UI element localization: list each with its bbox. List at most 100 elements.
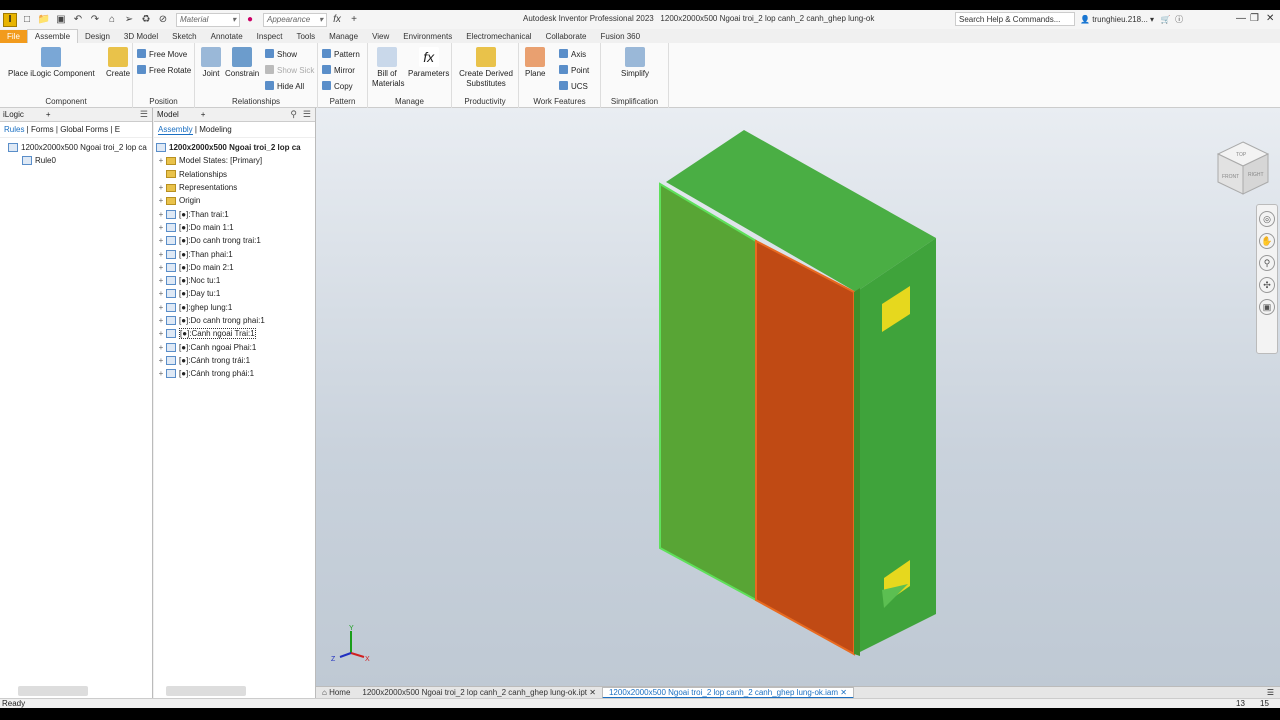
hide-all-button[interactable]: Hide All [265,81,304,91]
user-account[interactable]: 👤 trunghieu.218... ▾ 🛒 ⓘ [1080,14,1183,25]
browser-node[interactable]: + Origin [154,194,315,207]
tab-design[interactable]: Design [78,30,117,43]
group-label[interactable]: Component [0,97,132,106]
browser-node[interactable]: + [●]:Cánh trong phái:1 [154,367,315,380]
point-button[interactable]: Point [559,65,589,75]
expand-icon[interactable]: + [156,196,166,205]
pattern-button[interactable]: Pattern [322,49,360,59]
home-icon[interactable]: ⌂ [105,13,119,27]
browser-node[interactable]: + [●]:Than phai:1 [154,247,315,260]
expand-icon[interactable]: + [156,289,166,298]
tab-home[interactable]: ⌂ Home [316,688,356,697]
tab-forms[interactable]: Forms [31,125,54,134]
tab-environments[interactable]: Environments [396,30,459,43]
tab-rules[interactable]: Rules [4,125,24,134]
minimize-icon[interactable]: — [1236,13,1246,24]
tabs-menu-icon[interactable]: ☰ [1267,688,1274,697]
group-label[interactable]: Productivity [452,97,518,106]
tab-manage[interactable]: Manage [322,30,365,43]
expand-icon[interactable]: + [156,156,166,165]
expand-icon[interactable]: + [156,223,166,232]
create-derived-substitutes-button[interactable]: Create Derived Substitutes [458,47,514,89]
place-ilogic-component-button[interactable]: Place iLogic Component [8,47,95,78]
undo-icon[interactable]: ↶ [71,13,85,27]
material-select[interactable]: Material ▾ [176,12,240,27]
group-label[interactable]: Simplification [601,97,668,106]
expand-icon[interactable]: + [156,369,166,378]
tab-tools[interactable]: Tools [289,30,322,43]
expand-icon[interactable]: + [156,316,166,325]
browser-node[interactable]: + [●]:Noc tu:1 [154,274,315,287]
save-icon[interactable]: ▣ [54,13,68,27]
expand-icon[interactable]: + [156,250,166,259]
ilogic-root[interactable]: 1200x2000x500 Ngoai troi_2 lop ca [0,141,152,154]
appearance-select[interactable]: Appearance ▾ [263,12,327,27]
tab-assemble[interactable]: Assemble [26,29,79,43]
tab-fusion-360[interactable]: Fusion 360 [594,30,648,43]
joint-button[interactable]: Joint [201,47,221,78]
expand-icon[interactable]: + [156,343,166,352]
browser-node[interactable]: + [●]:Cánh trong trái:1 [154,354,315,367]
show-sick-button[interactable]: Show Sick [265,65,314,75]
group-label[interactable]: Pattern [318,97,367,106]
browser-node[interactable]: + [●]:Than trai:1 [154,207,315,220]
create-button[interactable]: Create [106,47,130,78]
update-icon[interactable]: ♻ [139,13,153,27]
plane-button[interactable]: Plane [525,47,545,78]
browser-node[interactable]: + [●]:Do main 1:1 [154,221,315,234]
search-icon[interactable]: ⚲ [290,109,297,120]
model-root[interactable]: 1200x2000x500 Ngoai troi_2 lop ca [154,141,315,154]
tab-external[interactable]: E [115,125,120,134]
orbit-icon[interactable]: ✣ [1259,277,1275,293]
expand-icon[interactable]: + [156,356,166,365]
tab-assembly[interactable]: Assembly [158,125,193,135]
new-file-icon[interactable]: □ [20,13,34,27]
cabinet-model[interactable] [316,108,1280,686]
rule-item[interactable]: Rule0 [0,154,152,167]
menu-icon[interactable]: ☰ [303,109,311,120]
expand-icon[interactable]: + [156,303,166,312]
menu-icon[interactable]: ☰ [140,109,148,120]
horizontal-scrollbar[interactable] [18,686,88,696]
bill-of-materials-button[interactable]: Bill of Materials [372,47,404,89]
expand-icon[interactable]: + [156,329,166,338]
steering-wheel-icon[interactable]: ◎ [1259,211,1275,227]
browser-node[interactable]: + [●]:Do canh trong trai:1 [154,234,315,247]
tab-collaborate[interactable]: Collaborate [539,30,594,43]
browser-node[interactable]: + [●]:Day tu:1 [154,287,315,300]
horizontal-scrollbar[interactable] [166,686,246,696]
add-tab-icon[interactable]: + [46,110,51,119]
browser-node[interactable]: + Representations [154,181,315,194]
tab-view[interactable]: View [365,30,396,43]
tab-3d-model[interactable]: 3D Model [117,30,165,43]
plus-icon[interactable]: + [347,13,361,27]
expand-icon[interactable]: + [156,263,166,272]
browser-node[interactable]: + [●]:Canh ngoai Trai:1 [154,327,315,340]
free-move-button[interactable]: Free Move [137,49,187,59]
ucs-button[interactable]: UCS [559,81,588,91]
tab-part-document[interactable]: 1200x2000x500 Ngoai troi_2 lop canh_2 ca… [356,688,602,697]
zoom-icon[interactable]: ⚲ [1259,255,1275,271]
tab-electromechanical[interactable]: Electromechanical [459,30,538,43]
expand-icon[interactable]: + [156,183,166,192]
tab-global-forms[interactable]: Global Forms [60,125,108,134]
browser-node[interactable]: + [●]:ghep lung:1 [154,301,315,314]
group-label[interactable]: Position [133,97,194,106]
constrain-button[interactable]: Constrain [225,47,259,78]
open-folder-icon[interactable]: 📁 [37,13,51,27]
graphics-viewport[interactable]: TOP FRONT RIGHT ◎ ✋ ⚲ ✣ ▣ Y X Z [316,108,1280,686]
group-label[interactable]: Manage [368,97,451,106]
clear-icon[interactable]: ⊘ [156,13,170,27]
group-label[interactable]: Relationships [195,97,317,106]
browser-node[interactable]: + [●]:Canh ngoai Phai:1 [154,340,315,353]
close-icon[interactable]: ✕ [1266,13,1274,24]
browser-node[interactable]: + [●]:Do main 2:1 [154,261,315,274]
search-input[interactable]: Search Help & Commands... [955,12,1075,26]
redo-icon[interactable]: ↷ [88,13,102,27]
pan-icon[interactable]: ✋ [1259,233,1275,249]
select-icon[interactable]: ➢ [122,13,136,27]
viewcube[interactable]: TOP FRONT RIGHT [1214,140,1272,200]
free-rotate-button[interactable]: Free Rotate [137,65,191,75]
expand-icon[interactable]: + [156,276,166,285]
copy-button[interactable]: Copy [322,81,353,91]
